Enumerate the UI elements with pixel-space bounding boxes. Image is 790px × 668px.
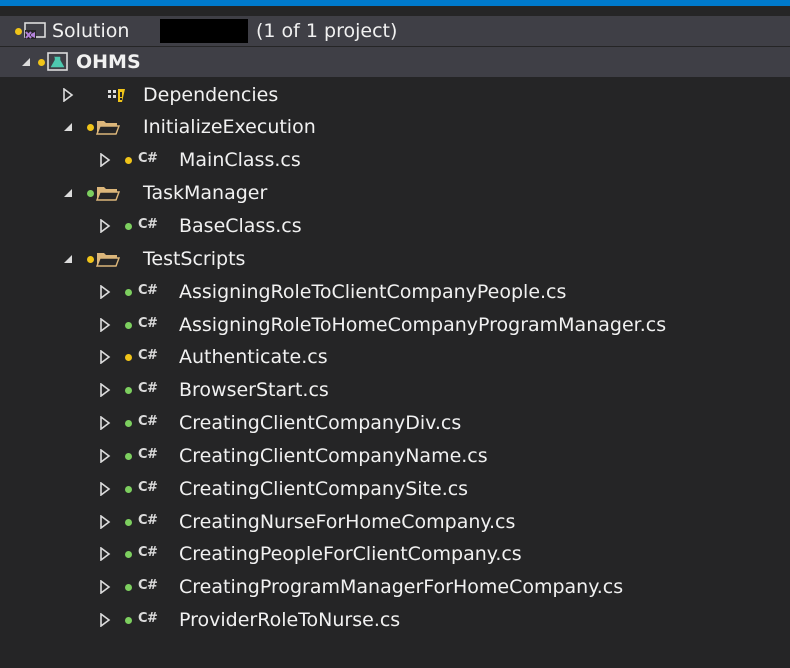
tree-item-file-baseclass[interactable]: C# BaseClass.cs	[0, 211, 790, 241]
file-label: CreatingClientCompanyDiv.cs	[179, 412, 462, 434]
checked-in-dot	[125, 519, 132, 526]
checked-in-dot	[87, 190, 94, 197]
collapsed-arrow-icon[interactable]	[98, 482, 112, 496]
solution-icon	[24, 22, 46, 39]
collapsed-arrow-icon[interactable]	[98, 449, 112, 463]
collapsed-arrow-icon[interactable]	[61, 88, 75, 102]
expanded-arrow-icon[interactable]	[61, 120, 75, 134]
csharp-file-icon: C#	[138, 414, 158, 429]
pending-change-dot	[125, 354, 132, 361]
checked-in-dot	[125, 551, 132, 558]
solution-explorer: Solution (1 of 1 project) OHMS Dependenc…	[0, 0, 790, 668]
checked-in-dot	[125, 453, 132, 460]
checked-in-dot	[125, 420, 132, 427]
solution-label: Solution	[52, 20, 130, 42]
tree-item-file[interactable]: C# CreatingNurseForHomeCompany.cs	[0, 507, 790, 537]
collapsed-arrow-icon[interactable]	[98, 318, 112, 332]
file-label: AssigningRoleToClientCompanyPeople.cs	[179, 281, 567, 303]
csharp-file-icon: C#	[138, 316, 158, 331]
file-label: ProviderRoleToNurse.cs	[179, 609, 401, 631]
csharp-file-icon: C#	[138, 348, 158, 363]
csharp-file-icon: C#	[138, 578, 158, 593]
panel-top-border	[0, 0, 790, 6]
tree-item-folder-task-manager[interactable]: TaskManager	[0, 178, 790, 208]
pending-change-dot	[15, 28, 22, 35]
tree-item-file[interactable]: C# CreatingPeopleForClientCompany.cs	[0, 539, 790, 569]
tree-item-file-mainclass[interactable]: C# MainClass.cs	[0, 145, 790, 175]
checked-in-dot	[125, 223, 132, 230]
tree-item-dependencies[interactable]: Dependencies	[0, 80, 790, 110]
tree-item-file[interactable]: C# ProviderRoleToNurse.cs	[0, 605, 790, 635]
file-label: CreatingClientCompanySite.cs	[179, 478, 469, 500]
open-folder-icon	[96, 253, 120, 267]
checked-in-dot	[125, 289, 132, 296]
csharp-file-icon: C#	[138, 447, 158, 462]
solution-project-count: (1 of 1 project)	[256, 20, 398, 42]
csharp-file-icon: C#	[138, 480, 158, 495]
file-label: Authenticate.cs	[179, 346, 328, 368]
expanded-arrow-icon[interactable]	[61, 186, 75, 200]
checked-in-dot	[125, 387, 132, 394]
collapsed-arrow-icon[interactable]	[98, 285, 112, 299]
expanded-arrow-icon[interactable]	[19, 55, 33, 69]
collapsed-arrow-icon[interactable]	[98, 580, 112, 594]
file-label: CreatingPeopleForClientCompany.cs	[179, 543, 522, 565]
tree-item-file[interactable]: C# CreatingProgramManagerForHomeCompany.…	[0, 572, 790, 602]
csharp-file-icon: C#	[138, 513, 158, 528]
collapsed-arrow-icon[interactable]	[98, 219, 112, 233]
collapsed-arrow-icon[interactable]	[98, 383, 112, 397]
tree-item-file[interactable]: C# Authenticate.cs	[0, 342, 790, 372]
project-icon	[47, 52, 68, 71]
tree-item-file[interactable]: C# CreatingClientCompanySite.cs	[0, 474, 790, 504]
dependencies-label: Dependencies	[143, 84, 279, 106]
tree-item-folder-test-scripts[interactable]: TestScripts	[0, 244, 790, 274]
collapsed-arrow-icon[interactable]	[98, 547, 112, 561]
tree-item-project-ohms[interactable]: OHMS	[0, 47, 790, 77]
tree-item-file[interactable]: C# CreatingClientCompanyName.cs	[0, 441, 790, 471]
open-folder-icon	[96, 187, 120, 201]
tree-item-file[interactable]: C# CreatingClientCompanyDiv.cs	[0, 408, 790, 438]
file-label: CreatingNurseForHomeCompany.cs	[179, 511, 516, 533]
checked-in-dot	[125, 322, 132, 329]
project-label: OHMS	[76, 51, 141, 73]
file-label: BrowserStart.cs	[179, 379, 329, 401]
checked-in-dot	[125, 486, 132, 493]
tree-item-file[interactable]: C# AssigningRoleToHomeCompanyProgramMana…	[0, 310, 790, 340]
collapsed-arrow-icon[interactable]	[98, 613, 112, 627]
collapsed-arrow-icon[interactable]	[98, 416, 112, 430]
tree-item-file[interactable]: C# BrowserStart.cs	[0, 375, 790, 405]
checked-in-dot	[125, 584, 132, 591]
csharp-file-icon: C#	[138, 283, 158, 298]
file-label: BaseClass.cs	[179, 215, 302, 237]
csharp-file-icon: C#	[138, 611, 158, 626]
tree-item-folder-initialize-execution[interactable]: InitializeExecution	[0, 112, 790, 142]
collapsed-arrow-icon[interactable]	[98, 515, 112, 529]
file-label: MainClass.cs	[179, 149, 301, 171]
checked-in-dot	[125, 617, 132, 624]
file-label: CreatingClientCompanyName.cs	[179, 445, 488, 467]
file-label: AssigningRoleToHomeCompanyProgramManager…	[179, 314, 667, 336]
pending-change-dot	[87, 124, 94, 131]
tree-item-file[interactable]: C# AssigningRoleToClientCompanyPeople.cs	[0, 277, 790, 307]
tree-item-solution[interactable]: Solution (1 of 1 project)	[0, 16, 790, 46]
csharp-file-icon: C#	[138, 217, 158, 232]
collapsed-arrow-icon[interactable]	[98, 153, 112, 167]
folder-label: TestScripts	[143, 248, 246, 270]
expanded-arrow-icon[interactable]	[61, 252, 75, 266]
pending-change-dot	[125, 157, 132, 164]
dependencies-icon	[108, 89, 125, 102]
redacted-solution-name	[160, 19, 248, 43]
file-label: CreatingProgramManagerForHomeCompany.cs	[179, 576, 624, 598]
collapsed-arrow-icon[interactable]	[98, 350, 112, 364]
folder-label: TaskManager	[143, 182, 268, 204]
pending-change-dot	[87, 256, 94, 263]
pending-change-dot	[38, 59, 45, 66]
csharp-file-icon: C#	[138, 545, 158, 560]
open-folder-icon	[96, 121, 120, 135]
csharp-file-icon: C#	[138, 381, 158, 396]
csharp-file-icon: C#	[138, 151, 158, 166]
folder-label: InitializeExecution	[143, 116, 316, 138]
